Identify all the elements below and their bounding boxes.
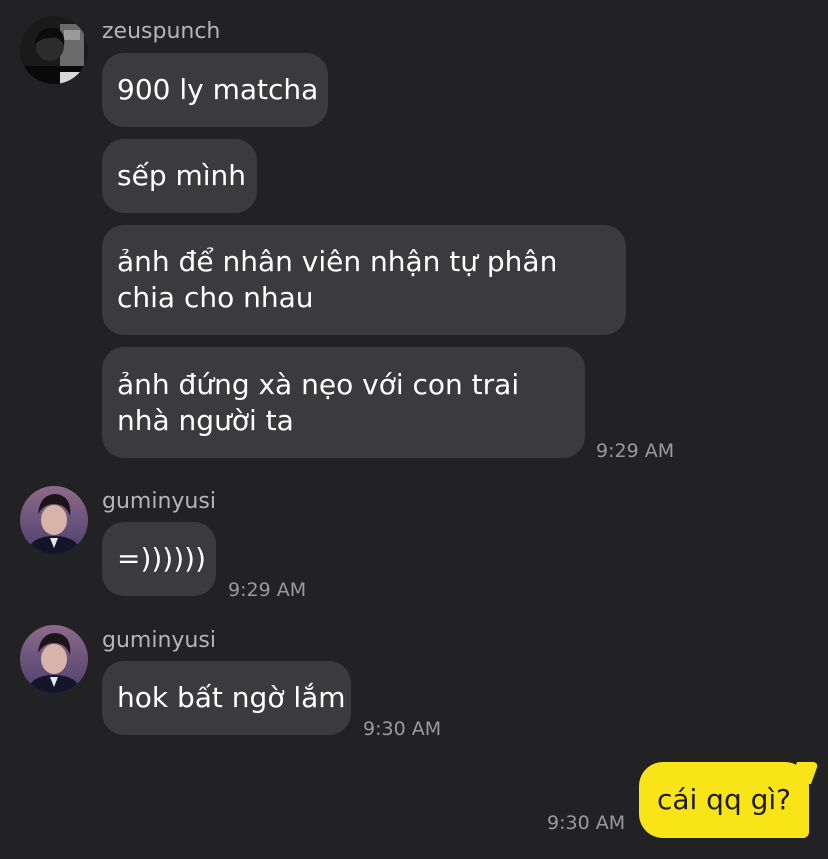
message-bubble[interactable]: hok bất ngờ lắm	[102, 661, 351, 735]
message-bubble[interactable]: =))))))	[102, 522, 216, 596]
message-bubble[interactable]: ảnh để nhân viên nhận tự phân chia cho n…	[102, 225, 626, 335]
sender-name: guminyusi	[102, 628, 216, 653]
zeuspunch-avatar[interactable]	[20, 16, 88, 84]
message-timestamp: 9:30 AM	[547, 812, 626, 834]
message-timestamp: 9:30 AM	[363, 718, 442, 740]
sender-name: guminyusi	[102, 489, 216, 514]
message-bubble[interactable]: sếp mình	[102, 139, 257, 213]
bubble-tail	[788, 762, 820, 784]
sender-name: zeuspunch	[102, 19, 221, 44]
message-timestamp: 9:29 AM	[596, 440, 675, 462]
outgoing-message-text: cái qq gì?	[656, 783, 792, 816]
outgoing-message-bubble[interactable]: cái qq gì?	[639, 762, 820, 838]
message-timestamp: 9:29 AM	[228, 579, 307, 601]
message-bubble[interactable]: ảnh đứng xà nẹo với con trai nhà người t…	[102, 347, 585, 458]
guminyusi-avatar[interactable]	[20, 486, 88, 554]
guminyusi-avatar[interactable]	[20, 625, 88, 693]
message-bubble[interactable]: 900 ly matcha	[102, 53, 328, 127]
